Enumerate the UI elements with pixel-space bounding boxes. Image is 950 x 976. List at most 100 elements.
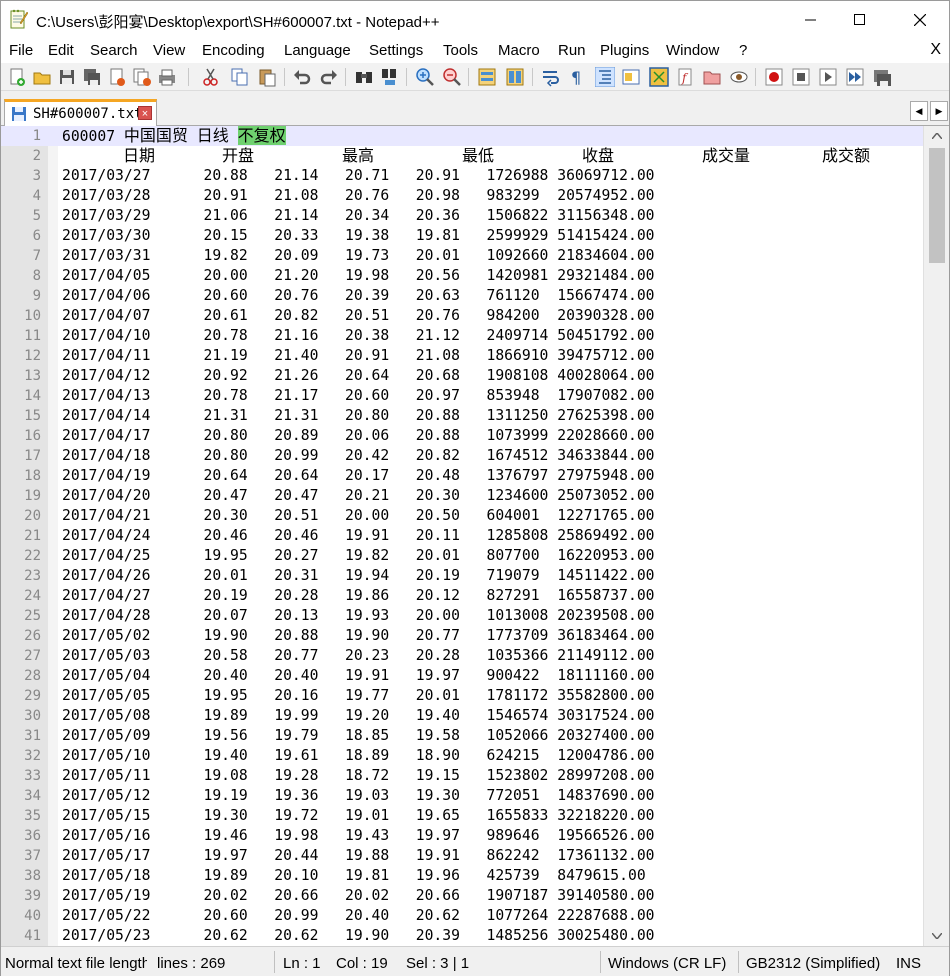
data-line[interactable]: 26 2017/05/02 19.90 20.88 19.90 20.77 177… bbox=[1, 626, 923, 646]
doc-map-icon[interactable] bbox=[621, 67, 641, 87]
data-line[interactable]: 39 2017/05/19 20.02 20.66 20.02 20.66 190… bbox=[1, 886, 923, 906]
close-window-button[interactable] bbox=[897, 1, 943, 39]
close-document-x[interactable]: X bbox=[930, 41, 941, 59]
menu-settings[interactable]: Settings bbox=[369, 42, 423, 59]
data-line[interactable]: 13 2017/04/12 20.92 21.26 20.64 20.68 190… bbox=[1, 366, 923, 386]
data-line[interactable]: 35 2017/05/15 19.30 19.72 19.01 19.65 165… bbox=[1, 806, 923, 826]
save-macro-icon[interactable] bbox=[872, 67, 892, 87]
indent-guide-icon[interactable] bbox=[595, 67, 615, 87]
data-line[interactable]: 24 2017/04/27 20.19 20.28 19.86 20.12 827… bbox=[1, 586, 923, 606]
tab-sh600007[interactable]: SH#600007.txt × bbox=[4, 99, 157, 126]
save-icon[interactable] bbox=[57, 67, 77, 87]
tab-close-button[interactable]: × bbox=[138, 106, 152, 120]
data-line[interactable]: 40 2017/05/22 20.60 20.99 20.40 20.62 107… bbox=[1, 906, 923, 926]
data-line[interactable]: 23 2017/04/26 20.01 20.31 19.94 20.19 719… bbox=[1, 566, 923, 586]
save-all-icon[interactable] bbox=[82, 67, 102, 87]
paste-icon[interactable] bbox=[257, 67, 277, 87]
column-header-line[interactable]: 2 日期 开盘 最高 最低 收盘 成交量 成交额 bbox=[1, 146, 923, 166]
data-line[interactable]: 12 2017/04/11 21.19 21.40 20.91 21.08 186… bbox=[1, 346, 923, 366]
data-line[interactable]: 11 2017/04/10 20.78 21.16 20.38 21.12 240… bbox=[1, 326, 923, 346]
function-icon[interactable]: f bbox=[676, 67, 696, 87]
data-line[interactable]: 38 2017/05/18 19.89 20.10 19.81 19.96 425… bbox=[1, 866, 923, 886]
data-line[interactable]: 36 2017/05/16 19.46 19.98 19.43 19.97 989… bbox=[1, 826, 923, 846]
data-line[interactable]: 33 2017/05/11 19.08 19.28 18.72 19.15 152… bbox=[1, 766, 923, 786]
scrollbar-thumb[interactable] bbox=[929, 148, 945, 263]
menu-window[interactable]: Window bbox=[666, 42, 719, 59]
current-line[interactable]: 1 600007 中国国贸 日线 不复权 bbox=[1, 126, 923, 146]
sync-vertical-icon[interactable] bbox=[477, 67, 497, 87]
data-line[interactable]: 29 2017/05/05 19.95 20.16 19.77 20.01 178… bbox=[1, 686, 923, 706]
menu-search[interactable]: Search bbox=[90, 42, 138, 59]
sync-horizontal-icon[interactable] bbox=[505, 67, 525, 87]
vertical-scrollbar[interactable] bbox=[923, 126, 949, 946]
zoom-out-icon[interactable] bbox=[442, 67, 462, 87]
data-line[interactable]: 28 2017/05/04 20.40 20.40 19.91 19.97 900… bbox=[1, 666, 923, 686]
function-list-icon[interactable] bbox=[649, 67, 669, 87]
new-file-icon[interactable] bbox=[7, 67, 27, 87]
tab-scroll-left-button[interactable]: ◀ bbox=[910, 101, 928, 121]
tab-gap bbox=[248, 467, 275, 484]
data-line[interactable]: 6 2017/03/30 20.15 20.33 19.38 19.81 2599… bbox=[1, 226, 923, 246]
play-macro-icon[interactable] bbox=[818, 67, 838, 87]
data-line[interactable]: 18 2017/04/19 20.64 20.64 20.17 20.48 137… bbox=[1, 466, 923, 486]
data-line[interactable]: 34 2017/05/12 19.19 19.36 19.03 19.30 772… bbox=[1, 786, 923, 806]
data-line[interactable]: 16 2017/04/17 20.80 20.89 20.06 20.88 107… bbox=[1, 426, 923, 446]
data-line[interactable]: 25 2017/04/28 20.07 20.13 19.93 20.00 101… bbox=[1, 606, 923, 626]
undo-icon[interactable] bbox=[292, 67, 312, 87]
data-line[interactable]: 32 2017/05/10 19.40 19.61 18.89 18.90 624… bbox=[1, 746, 923, 766]
data-line[interactable]: 17 2017/04/18 20.80 20.99 20.42 20.82 167… bbox=[1, 446, 923, 466]
data-line[interactable]: 19 2017/04/20 20.47 20.47 20.21 20.30 123… bbox=[1, 486, 923, 506]
minimize-button[interactable] bbox=[788, 1, 834, 39]
menu-help[interactable]: ? bbox=[739, 42, 747, 59]
data-line[interactable]: 3 2017/03/27 20.88 21.14 20.71 20.91 1726… bbox=[1, 166, 923, 186]
copy-icon[interactable] bbox=[230, 67, 250, 87]
data-line[interactable]: 4 2017/03/28 20.91 21.08 20.76 20.98 9832… bbox=[1, 186, 923, 206]
stop-macro-icon[interactable] bbox=[791, 67, 811, 87]
menu-view[interactable]: View bbox=[153, 42, 185, 59]
close-all-icon[interactable] bbox=[132, 67, 152, 87]
data-line[interactable]: 31 2017/05/09 19.56 19.79 18.85 19.58 105… bbox=[1, 726, 923, 746]
folder-workspace-icon[interactable] bbox=[702, 67, 722, 87]
menu-language[interactable]: Language bbox=[284, 42, 351, 59]
menu-edit[interactable]: Edit bbox=[48, 42, 74, 59]
menu-macro[interactable]: Macro bbox=[498, 42, 540, 59]
data-line[interactable]: 10 2017/04/07 20.61 20.82 20.51 20.76 984… bbox=[1, 306, 923, 326]
menu-encoding[interactable]: Encoding bbox=[202, 42, 265, 59]
cut-icon[interactable] bbox=[201, 67, 221, 87]
print-icon[interactable] bbox=[157, 67, 177, 87]
open-file-icon[interactable] bbox=[32, 67, 52, 87]
zoom-in-icon[interactable] bbox=[415, 67, 435, 87]
data-line[interactable]: 37 2017/05/17 19.97 20.44 19.88 19.91 862… bbox=[1, 846, 923, 866]
close-icon[interactable] bbox=[107, 67, 127, 87]
redo-icon[interactable] bbox=[319, 67, 339, 87]
data-line[interactable]: 9 2017/04/06 20.60 20.76 20.39 20.63 7611… bbox=[1, 286, 923, 306]
data-line[interactable]: 14 2017/04/13 20.78 21.17 20.60 20.97 853… bbox=[1, 386, 923, 406]
replace-icon[interactable] bbox=[380, 67, 400, 87]
data-line[interactable]: 22 2017/04/25 19.95 20.27 19.82 20.01 807… bbox=[1, 546, 923, 566]
data-line[interactable]: 30 2017/05/08 19.89 19.99 19.20 19.40 154… bbox=[1, 706, 923, 726]
data-line[interactable]: 41 2017/05/23 20.62 20.62 19.90 20.39 148… bbox=[1, 926, 923, 946]
data-line[interactable]: 27 2017/05/03 20.58 20.77 20.23 20.28 103… bbox=[1, 646, 923, 666]
monitoring-icon[interactable] bbox=[729, 67, 749, 87]
data-line[interactable]: 21 2017/04/24 20.46 20.46 19.91 20.11 128… bbox=[1, 526, 923, 546]
data-line[interactable]: 15 2017/04/14 21.31 21.31 20.80 20.88 131… bbox=[1, 406, 923, 426]
menu-run[interactable]: Run bbox=[558, 42, 586, 59]
data-line[interactable]: 5 2017/03/29 21.06 21.14 20.34 20.36 1506… bbox=[1, 206, 923, 226]
close-icon bbox=[914, 14, 926, 26]
editor-area[interactable]: 1 600007 中国国贸 日线 不复权 2 日期 开盘 最高 最低 收盘 成交… bbox=[1, 126, 949, 946]
record-macro-icon[interactable] bbox=[764, 67, 784, 87]
word-wrap-icon[interactable] bbox=[541, 67, 561, 87]
run-macro-multiple-icon[interactable] bbox=[845, 67, 865, 87]
menu-file[interactable]: File bbox=[9, 42, 33, 59]
menu-plugins[interactable]: Plugins bbox=[600, 42, 649, 59]
show-all-chars-icon[interactable]: ¶ bbox=[567, 67, 587, 87]
scroll-down-button[interactable] bbox=[924, 926, 949, 946]
scroll-up-button[interactable] bbox=[924, 126, 949, 146]
data-line[interactable]: 7 2017/03/31 19.82 20.09 19.73 20.01 1092… bbox=[1, 246, 923, 266]
tab-scroll-right-button[interactable]: ▶ bbox=[930, 101, 948, 121]
find-icon[interactable] bbox=[354, 67, 374, 87]
menu-tools[interactable]: Tools bbox=[443, 42, 478, 59]
maximize-button[interactable] bbox=[837, 1, 883, 39]
data-line[interactable]: 8 2017/04/05 20.00 21.20 19.98 20.56 1420… bbox=[1, 266, 923, 286]
data-line[interactable]: 20 2017/04/21 20.30 20.51 20.00 20.50 604… bbox=[1, 506, 923, 526]
